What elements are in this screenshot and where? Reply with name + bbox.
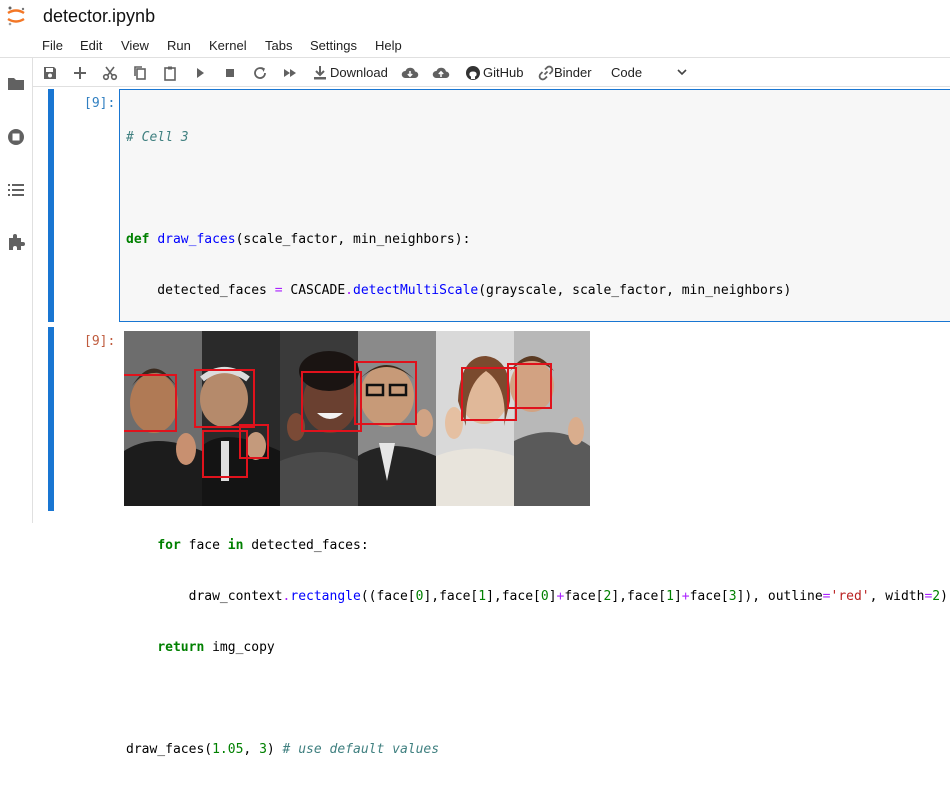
menu-file[interactable]: File	[42, 38, 63, 53]
code-line-11: return img_copy	[157, 640, 275, 655]
code-line-3: def draw_faces(scale_factor, min_neighbo…	[126, 232, 471, 247]
notebook-toolbar: Download GitHub Binder Code	[33, 58, 950, 87]
binder-button[interactable]: Binder	[554, 65, 592, 80]
fast-forward-icon[interactable]	[282, 65, 298, 81]
cloud-upload-icon[interactable]	[432, 65, 450, 81]
output-prompt: [9]:	[84, 334, 116, 349]
extension-icon[interactable]	[6, 232, 26, 252]
cloud-download-icon[interactable]	[401, 65, 419, 81]
restart-icon[interactable]	[252, 65, 268, 81]
code-editor[interactable]: # Cell 3 def draw_faces(scale_factor, mi…	[119, 89, 950, 757]
cell-type-value: Code	[611, 65, 643, 80]
menu-edit[interactable]: Edit	[80, 38, 102, 53]
chevron-down-icon	[677, 69, 687, 76]
menu-run[interactable]: Run	[167, 38, 191, 53]
menu-help[interactable]: Help	[375, 38, 402, 53]
binder-icon[interactable]	[538, 65, 554, 81]
github-button[interactable]: GitHub	[483, 65, 523, 80]
code-comment: # Cell 3	[126, 130, 189, 145]
code-line-13: draw_faces(1.05, 3) # use default values	[126, 742, 440, 757]
notebook-title: detector.ipynb	[43, 6, 156, 26]
folder-icon[interactable]	[6, 74, 26, 94]
save-icon[interactable]	[42, 65, 58, 81]
menu-bar: File Edit View Run Kernel Tabs Settings …	[0, 34, 950, 58]
title-bar: detector.ipynb	[0, 0, 950, 34]
run-icon[interactable]	[192, 65, 208, 81]
faces-photo-collage	[121, 331, 590, 506]
code-line-10: draw_context.rectangle((face[0],face[1],…	[126, 589, 948, 604]
code-line-9: for face in detected_faces:	[157, 538, 369, 553]
jupyter-logo-icon	[7, 6, 25, 26]
cell-output-collapser[interactable]	[48, 327, 54, 511]
running-icon[interactable]	[6, 127, 26, 147]
code-line-1: # Cell 3	[126, 129, 948, 146]
output-image	[121, 331, 590, 506]
menu-tabs[interactable]: Tabs	[265, 38, 292, 53]
paste-icon[interactable]	[162, 65, 178, 81]
copy-icon[interactable]	[132, 65, 148, 81]
add-icon[interactable]	[72, 65, 88, 81]
github-icon[interactable]	[465, 65, 481, 81]
menu-kernel[interactable]: Kernel	[209, 38, 247, 53]
download-button[interactable]: Download	[330, 65, 388, 80]
menu-view[interactable]: View	[121, 38, 149, 53]
stop-icon[interactable]	[222, 65, 238, 81]
download-icon[interactable]	[312, 65, 328, 81]
code-line-4: detected_faces = CASCADE.detectMultiScal…	[126, 283, 792, 298]
cut-icon[interactable]	[102, 65, 118, 81]
left-sidebar	[0, 58, 33, 523]
cell-input-collapser[interactable]	[48, 89, 54, 322]
menu-settings[interactable]: Settings	[310, 38, 357, 53]
input-prompt: [9]:	[84, 96, 116, 111]
toc-icon[interactable]	[6, 180, 26, 200]
